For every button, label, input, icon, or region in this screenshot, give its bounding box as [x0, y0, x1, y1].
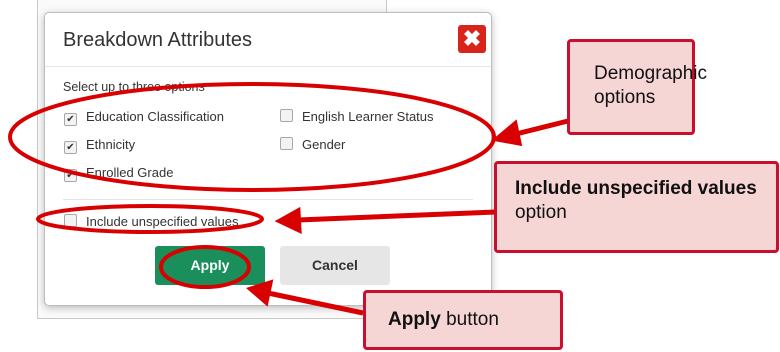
apply-callout-bold: Apply [388, 309, 441, 330]
include-unspecified-callout: Include unspecified values option [494, 161, 779, 253]
demographic-callout-text: Demographic options [594, 63, 707, 108]
include-unspecified-highlight [36, 204, 264, 234]
demographic-arrow-shaft [515, 118, 569, 137]
unspecified-arrow-shaft [297, 209, 497, 223]
demographic-arrow-head [491, 119, 523, 147]
apply-arrow-head [245, 279, 274, 307]
unspecified-callout-bold: Include unspecified values [515, 178, 757, 199]
apply-arrow-shaft [267, 290, 364, 316]
apply-callout-rest: button [446, 309, 499, 330]
demographic-options-callout: Demographic options [567, 39, 707, 135]
unspecified-callout-rest: option [515, 202, 567, 223]
apply-button-callout: Apply button [363, 290, 563, 350]
demographic-options-highlight [8, 82, 496, 192]
unspecified-arrow-head [274, 206, 302, 235]
apply-button-highlight [159, 245, 251, 289]
